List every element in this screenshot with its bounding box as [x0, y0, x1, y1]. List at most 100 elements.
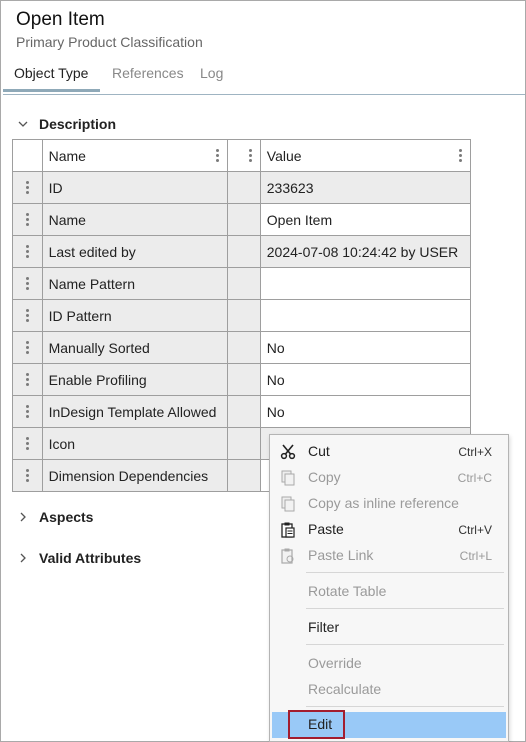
row-value-cell[interactable]: No: [260, 364, 471, 396]
row-extra-cell: [228, 268, 261, 300]
row-drag-handle-icon[interactable]: [13, 236, 43, 268]
menu-item-override[interactable]: Override: [270, 651, 508, 677]
row-value-cell[interactable]: 233623: [260, 172, 471, 204]
menu-item-copy-inline-reference[interactable]: Copy as inline reference: [270, 491, 508, 517]
tab-bar: Object Type References Log: [3, 58, 525, 95]
column-menu-icon[interactable]: [248, 149, 252, 162]
column-menu-icon[interactable]: [216, 149, 220, 162]
menu-item-rotate-table[interactable]: Rotate Table: [270, 579, 508, 605]
copy-icon: [280, 470, 296, 486]
menu-item-override-label: Override: [308, 655, 362, 671]
scissors-icon: [280, 444, 296, 460]
row-drag-handle-icon[interactable]: [13, 268, 43, 300]
section-valid-attributes-label: Valid Attributes: [39, 550, 142, 566]
paste-link-icon: [280, 548, 296, 564]
section-description[interactable]: Description: [18, 116, 116, 132]
row-value-cell[interactable]: Open Item: [260, 204, 471, 236]
row-name-cell: Name: [42, 204, 229, 236]
table-row[interactable]: Name Pattern: [13, 268, 471, 300]
row-extra-cell: [228, 460, 261, 492]
menu-item-copy-label: Copy: [308, 469, 341, 485]
menu-item-cut[interactable]: Cut Ctrl+X: [270, 439, 508, 465]
menu-item-copy[interactable]: Copy Ctrl+C: [270, 465, 508, 491]
column-header-value-label: Value: [266, 147, 302, 164]
menu-separator: [306, 572, 504, 573]
row-drag-handle-icon[interactable]: [13, 364, 43, 396]
row-value-cell[interactable]: No: [260, 332, 471, 364]
edit-highlight-outline: [288, 710, 345, 739]
chevron-down-icon: [18, 119, 28, 129]
column-header-extra[interactable]: [228, 140, 261, 172]
active-tab-indicator: [3, 89, 100, 92]
menu-separator: [306, 644, 504, 645]
tab-log[interactable]: Log: [200, 65, 223, 81]
table-row[interactable]: Enable Profiling No: [13, 364, 471, 396]
row-name-cell: Name Pattern: [42, 268, 229, 300]
tab-object-type[interactable]: Object Type: [14, 65, 88, 81]
row-name-cell: Icon: [42, 428, 229, 460]
row-drag-handle-icon[interactable]: [13, 428, 43, 460]
column-header-name-label: Name: [48, 147, 86, 164]
menu-item-filter[interactable]: Filter: [270, 615, 508, 641]
menu-item-paste-link-label: Paste Link: [308, 547, 374, 563]
row-value-cell[interactable]: [260, 300, 471, 332]
row-drag-handle-icon[interactable]: [13, 172, 43, 204]
row-value-cell[interactable]: No: [260, 396, 471, 428]
menu-item-filter-label: Filter: [308, 619, 340, 635]
page-title: Open Item: [16, 9, 105, 30]
paste-icon: [280, 522, 296, 538]
chevron-right-icon: [18, 512, 28, 522]
menu-item-paste-label: Paste: [308, 521, 344, 537]
copy-reference-icon: [280, 496, 296, 512]
row-name-cell: InDesign Template Allowed: [42, 396, 229, 428]
menu-item-cut-label: Cut: [308, 443, 330, 459]
table-header-row: Name Value: [13, 140, 471, 172]
menu-item-paste-shortcut: Ctrl+V: [458, 523, 492, 537]
menu-item-copy-shortcut: Ctrl+C: [457, 471, 492, 485]
column-menu-icon[interactable]: [459, 149, 462, 162]
menu-item-paste-link[interactable]: Paste Link Ctrl+L: [270, 543, 508, 569]
row-name-cell: Enable Profiling: [42, 364, 229, 396]
context-menu: Cut Ctrl+X Copy Ctrl+C Copy as inline re…: [269, 434, 509, 742]
row-drag-handle-icon[interactable]: [13, 460, 43, 492]
table-row[interactable]: Name Open Item: [13, 204, 471, 236]
row-name-cell: Last edited by: [42, 236, 229, 268]
header-drag-cell: [13, 140, 43, 172]
row-drag-handle-icon[interactable]: [13, 300, 43, 332]
row-extra-cell: [228, 300, 261, 332]
row-extra-cell: [228, 428, 261, 460]
table-row[interactable]: Manually Sorted No: [13, 332, 471, 364]
page-subtitle: Primary Product Classification: [16, 34, 203, 50]
row-name-cell: Manually Sorted: [42, 332, 229, 364]
column-header-name[interactable]: Name: [42, 140, 229, 172]
table-row[interactable]: Last edited by 2024-07-08 10:24:42 by US…: [13, 236, 471, 268]
tab-references[interactable]: References: [112, 65, 184, 81]
column-header-value[interactable]: Value: [260, 140, 471, 172]
section-valid-attributes[interactable]: Valid Attributes: [18, 550, 141, 566]
menu-item-cut-shortcut: Ctrl+X: [458, 445, 492, 459]
row-value-cell[interactable]: [260, 268, 471, 300]
table-row[interactable]: ID Pattern: [13, 300, 471, 332]
menu-item-paste[interactable]: Paste Ctrl+V: [270, 517, 508, 543]
menu-item-rotate-table-label: Rotate Table: [308, 583, 387, 599]
menu-item-copy-inline-reference-label: Copy as inline reference: [308, 495, 459, 511]
menu-item-recalculate[interactable]: Recalculate: [270, 677, 508, 703]
row-value-cell[interactable]: 2024-07-08 10:24:42 by USER: [260, 236, 471, 268]
menu-separator: [306, 706, 504, 707]
row-drag-handle-icon[interactable]: [13, 204, 43, 236]
table-row[interactable]: ID 233623: [13, 172, 471, 204]
row-drag-handle-icon[interactable]: [13, 396, 43, 428]
row-drag-handle-icon[interactable]: [13, 332, 43, 364]
row-extra-cell: [228, 332, 261, 364]
row-extra-cell: [228, 236, 261, 268]
row-extra-cell: [228, 172, 261, 204]
section-aspects-label: Aspects: [39, 509, 94, 525]
table-row[interactable]: InDesign Template Allowed No: [13, 396, 471, 428]
menu-item-paste-link-shortcut: Ctrl+L: [459, 549, 492, 563]
row-name-cell: ID Pattern: [42, 300, 229, 332]
section-aspects[interactable]: Aspects: [18, 509, 93, 525]
row-name-cell: ID: [42, 172, 229, 204]
menu-item-recalculate-label: Recalculate: [308, 681, 382, 697]
row-extra-cell: [228, 204, 261, 236]
chevron-right-icon: [18, 553, 28, 563]
